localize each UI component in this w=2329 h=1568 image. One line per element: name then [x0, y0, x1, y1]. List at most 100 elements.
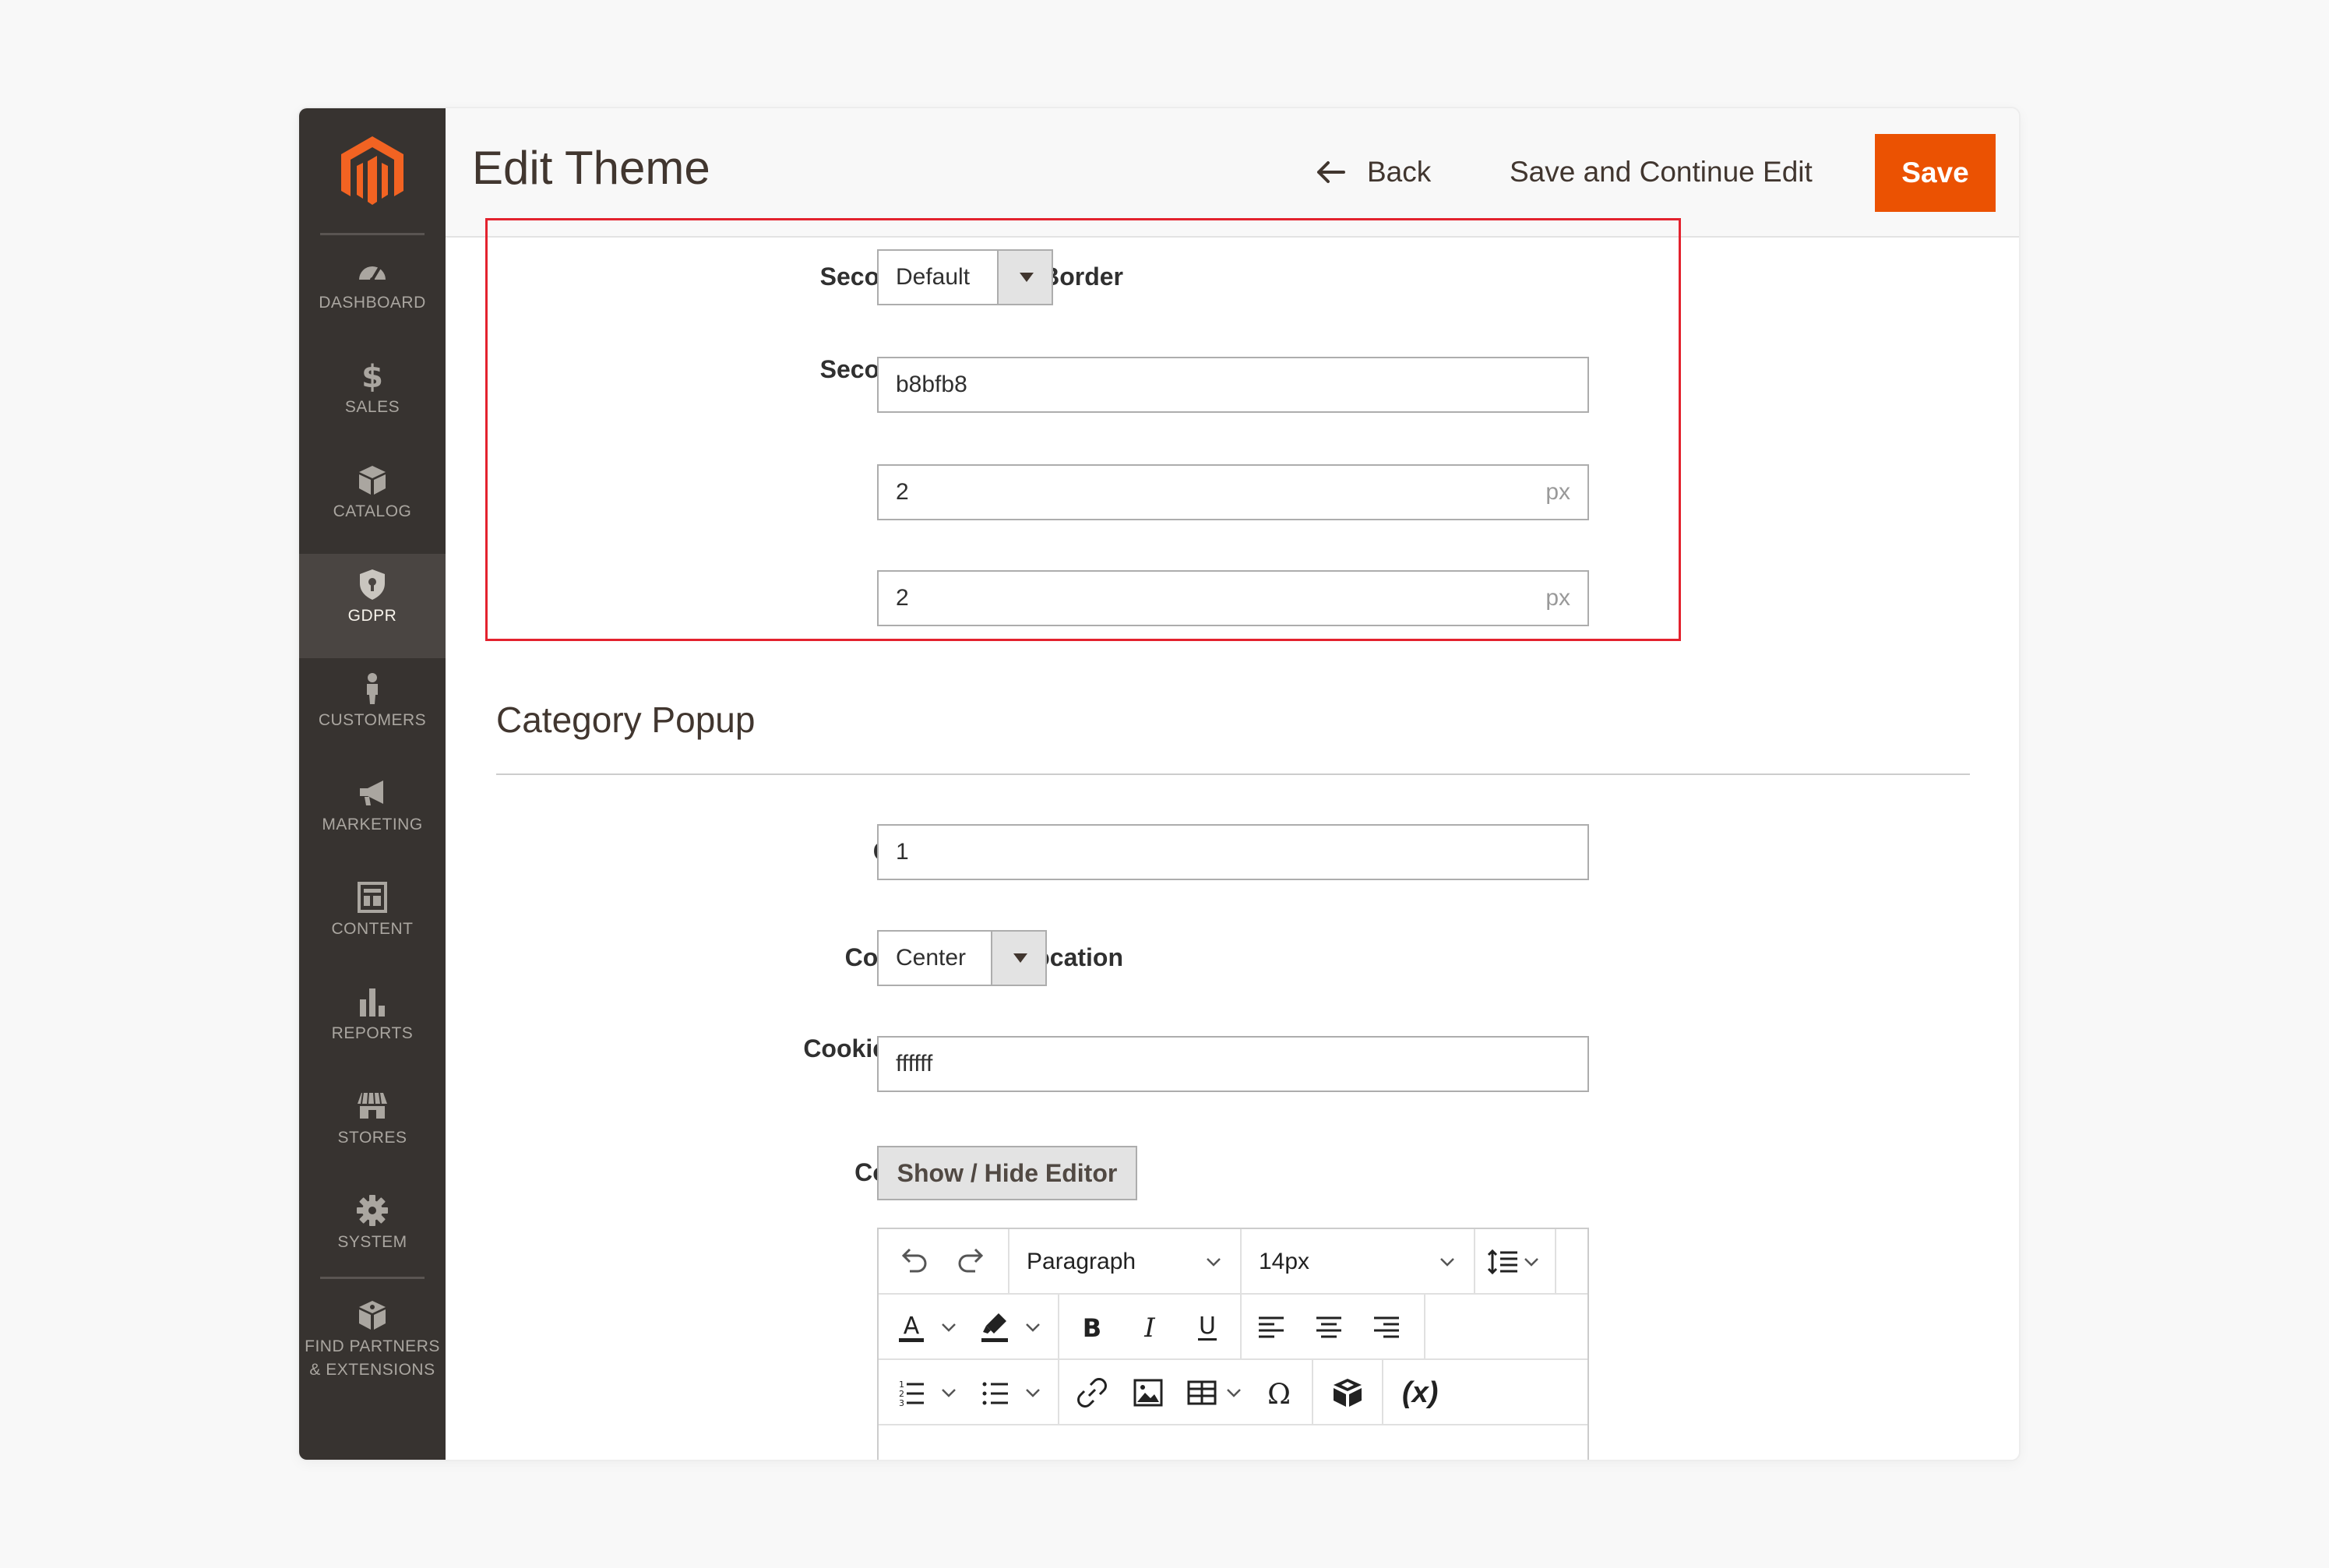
block-format-dropdown[interactable]: Paragraph [1027, 1229, 1136, 1295]
back-button[interactable]: Back [1316, 153, 1431, 191]
sidebar-item-marketing[interactable]: MARKETING [299, 763, 446, 867]
sidebar-item-system[interactable]: SYSTEM [299, 1180, 446, 1284]
partners-label-line2: & EXTENSIONS [309, 1361, 435, 1379]
highlight-color-icon[interactable] [977, 1309, 1014, 1346]
text-color-icon[interactable]: A [893, 1309, 930, 1346]
sidebar-item-label: CONTENT [331, 920, 414, 938]
magento-logo[interactable] [338, 135, 407, 210]
sidebar-item-catalog[interactable]: CATALOG [299, 449, 446, 554]
save-and-continue-button[interactable]: Save and Continue Edit [1510, 153, 1813, 191]
bar-chart-icon [357, 985, 388, 1018]
toolbar-separator [1424, 1295, 1425, 1360]
input-value: 1 [896, 839, 909, 865]
toolbar-separator [1008, 1229, 1009, 1295]
sidebar-item-customers[interactable]: CUSTOMERS [299, 658, 446, 763]
undo-icon[interactable] [894, 1243, 932, 1281]
svg-text:Ω: Ω [1267, 1379, 1291, 1411]
svg-text:$: $ [361, 359, 383, 392]
input-value: ffffff [896, 1051, 933, 1076]
image-icon[interactable] [1129, 1374, 1167, 1411]
px-suffix: px [1545, 479, 1570, 505]
sidebar-item-label: FIND PARTNERS & EXTENSIONS [299, 1335, 446, 1382]
svg-text:I: I [1143, 1313, 1155, 1344]
secondary-button-border-color-input[interactable]: b8bfb8 [877, 357, 1589, 413]
italic-icon[interactable]: I [1131, 1309, 1168, 1346]
secondary-button-border-select[interactable]: Default [877, 249, 1053, 305]
sidebar-item-label: MARKETING [322, 816, 423, 833]
section-title: Category Popup [496, 699, 756, 740]
sidebar-item-stores[interactable]: STORES [299, 1076, 446, 1180]
toolbar-separator [1382, 1360, 1383, 1425]
link-icon[interactable] [1073, 1374, 1111, 1411]
font-size-value: 14px [1259, 1249, 1310, 1274]
toolbar-separator [1555, 1229, 1556, 1295]
input-value: 2 [896, 479, 909, 505]
sidebar-item-label: SYSTEM [337, 1233, 407, 1251]
chevron-down-icon[interactable] [1024, 1383, 1042, 1402]
sidebar-item-sales[interactable]: $ SALES [299, 345, 446, 449]
gear-icon [357, 1194, 388, 1227]
section-divider [496, 773, 1970, 775]
sidebar-item-content[interactable]: CONTENT [299, 867, 446, 971]
category-popup-title-input[interactable]: 1 [877, 824, 1589, 880]
sidebar-item-gdpr[interactable]: GDPR [299, 554, 446, 658]
special-character-icon[interactable]: Ω [1260, 1374, 1298, 1411]
redo-icon[interactable] [953, 1243, 991, 1281]
cookie-popup-location-select[interactable]: Center [877, 930, 1047, 986]
block-format-value: Paragraph [1027, 1249, 1136, 1274]
table-icon[interactable] [1184, 1374, 1221, 1411]
input-value: 2 [896, 585, 909, 611]
sidebar-item-dashboard[interactable]: DASHBOARD [299, 241, 446, 345]
bold-icon[interactable]: B [1073, 1309, 1111, 1346]
underline-icon[interactable]: U [1189, 1309, 1226, 1346]
chevron-down-icon[interactable] [997, 251, 1052, 304]
chevron-down-icon[interactable] [1024, 1318, 1042, 1337]
admin-window: DASHBOARD $ SALES CATALOG GDPR CUSTOMERS [299, 108, 2019, 1460]
line-height-icon[interactable] [1485, 1243, 1522, 1281]
svg-text:B: B [1083, 1313, 1101, 1343]
toolbar-separator [1474, 1229, 1475, 1295]
numbered-list-icon[interactable]: 123 [893, 1374, 930, 1411]
select-value: Default [896, 264, 971, 290]
person-icon [357, 672, 388, 705]
align-right-icon[interactable] [1368, 1309, 1405, 1346]
page-title: Edit Theme [472, 142, 710, 194]
chevron-down-icon[interactable] [1438, 1253, 1457, 1271]
save-button[interactable]: Save [1875, 134, 1996, 212]
px-suffix: px [1545, 585, 1570, 611]
toolbar-separator [1058, 1360, 1059, 1425]
font-size-dropdown[interactable]: 14px [1259, 1229, 1309, 1295]
widget-icon[interactable] [1329, 1374, 1366, 1411]
sidebar-divider [320, 1277, 425, 1279]
sidebar-item-reports[interactable]: REPORTS [299, 971, 446, 1076]
align-left-icon[interactable] [1253, 1309, 1290, 1346]
border-radius-input[interactable]: 2 px [877, 570, 1589, 626]
chevron-down-icon[interactable] [1204, 1253, 1223, 1271]
chevron-down-icon[interactable] [1522, 1253, 1541, 1271]
align-center-icon[interactable] [1310, 1309, 1348, 1346]
editor-toolbar-row-2: A B I U [879, 1295, 1587, 1360]
cookie-popup-bg-color-input[interactable]: ffffff [877, 1036, 1589, 1092]
toolbar-separator [1240, 1229, 1242, 1295]
insert-variable-button[interactable]: (x) [1402, 1374, 1438, 1411]
dashboard-icon [357, 255, 388, 287]
input-value: b8bfb8 [896, 372, 967, 397]
bullet-list-icon[interactable] [977, 1374, 1014, 1411]
chevron-down-icon[interactable] [991, 932, 1045, 985]
chevron-down-icon[interactable] [939, 1318, 958, 1337]
chevron-down-icon[interactable] [1224, 1383, 1243, 1402]
border-width-input[interactable]: 2 px [877, 464, 1589, 520]
select-value: Center [896, 945, 967, 971]
sidebar-item-label: CUSTOMERS [318, 711, 427, 729]
sidebar-item-find-partners[interactable]: FIND PARTNERS & EXTENSIONS [299, 1284, 446, 1409]
svg-text:3: 3 [899, 1398, 904, 1408]
show-hide-editor-button[interactable]: Show / Hide Editor [877, 1146, 1137, 1200]
sidebar-item-label: GDPR [347, 607, 397, 625]
layout-icon [357, 881, 388, 914]
sidebar-item-label: CATALOG [333, 502, 412, 520]
toolbar-separator [1058, 1295, 1059, 1360]
chevron-down-icon[interactable] [939, 1383, 958, 1402]
toolbar-separator [1240, 1295, 1242, 1360]
editor-toolbar-row-1: Paragraph 14px [879, 1229, 1587, 1295]
sidebar-item-label: DASHBOARD [319, 294, 426, 312]
